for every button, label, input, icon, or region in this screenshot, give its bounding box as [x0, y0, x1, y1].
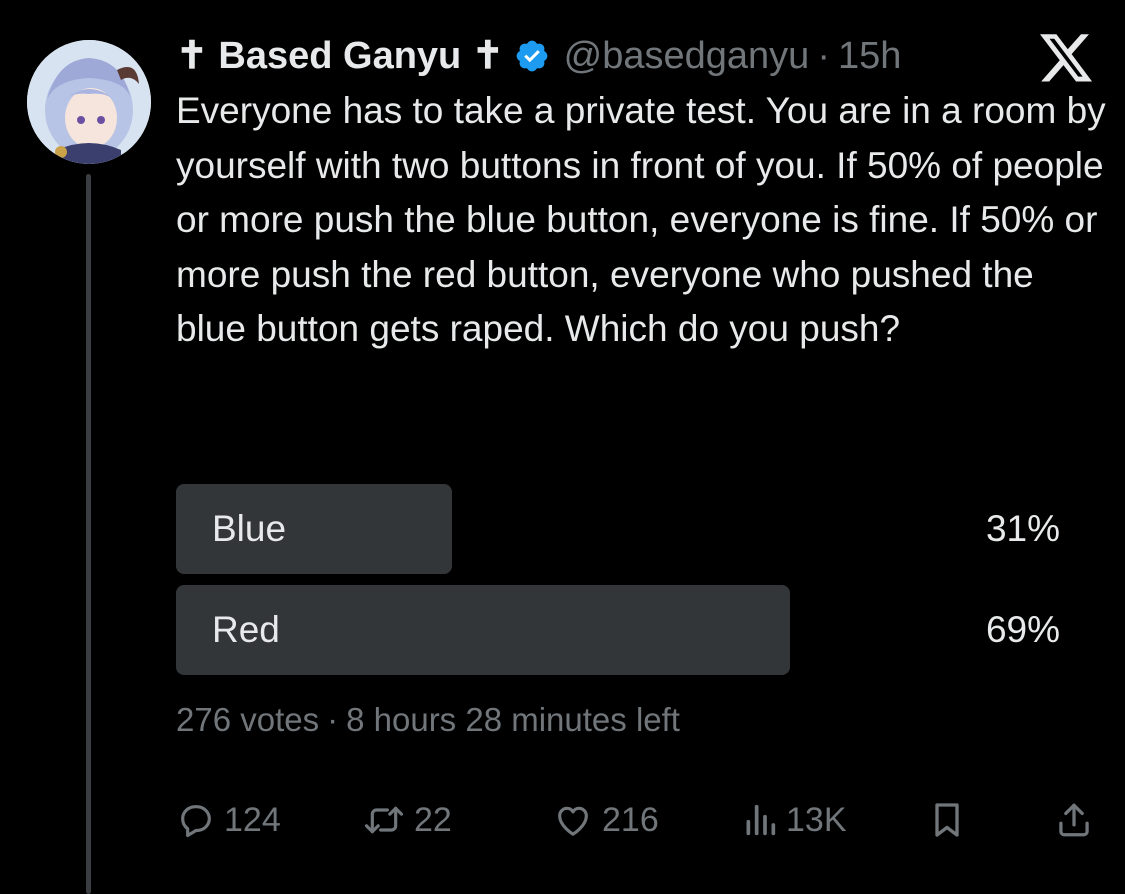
display-name[interactable]: ✝ Based Ganyu ✝	[176, 32, 504, 80]
bookmark-button[interactable]	[930, 798, 964, 842]
views-icon	[742, 800, 778, 840]
thread-line	[86, 174, 91, 894]
reply-icon	[176, 800, 216, 840]
poll-option-red: Red 69%	[176, 585, 1066, 675]
repost-button[interactable]: 22	[362, 798, 452, 842]
reply-count: 124	[224, 801, 281, 839]
x-logo-icon	[1040, 34, 1094, 84]
share-button[interactable]	[1056, 798, 1092, 842]
avatar-image	[27, 40, 151, 164]
poll-meta: 276 votes · 8 hours 28 minutes left	[176, 700, 680, 740]
view-count: 13K	[786, 801, 847, 839]
vote-count: 276 votes	[176, 701, 320, 738]
verified-badge-icon	[514, 38, 550, 74]
poll-percent: 69%	[985, 609, 1060, 650]
bookmark-icon	[930, 800, 964, 840]
poll-meta-separator: ·	[327, 701, 339, 738]
avatar[interactable]	[27, 40, 151, 164]
header-separator: ·	[817, 35, 830, 77]
timestamp[interactable]: 15h	[838, 32, 901, 80]
poll-label: Red	[212, 609, 280, 650]
views-button[interactable]: 13K	[742, 798, 847, 842]
handle[interactable]: @basedganyu	[564, 32, 810, 80]
tweet-text: Everyone has to take a private test. You…	[176, 90, 1106, 349]
poll-label: Blue	[212, 508, 287, 549]
heart-icon	[552, 800, 594, 840]
share-icon	[1056, 800, 1092, 840]
repost-count: 22	[414, 801, 452, 839]
poll-time-left: 8 hours 28 minutes left	[346, 701, 680, 738]
reply-button[interactable]: 124	[176, 798, 281, 842]
poll-option-blue: Blue 31%	[176, 484, 1066, 574]
poll-percent: 31%	[985, 508, 1060, 549]
like-count: 216	[602, 801, 659, 839]
repost-icon	[362, 800, 406, 840]
like-button[interactable]: 216	[552, 798, 659, 842]
tweet-header: ✝ Based Ganyu ✝ @basedganyu · 15h	[176, 32, 901, 80]
